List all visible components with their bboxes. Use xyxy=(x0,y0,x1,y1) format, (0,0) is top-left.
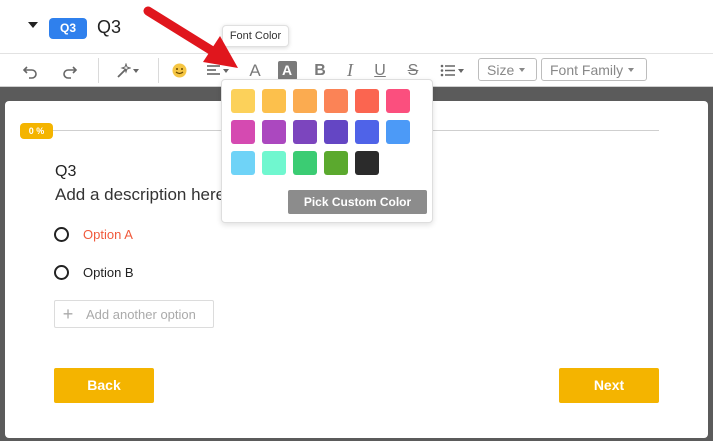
color-swatch[interactable] xyxy=(386,120,410,144)
color-swatch[interactable] xyxy=(231,151,255,175)
pick-custom-color-button[interactable]: Pick Custom Color xyxy=(288,190,427,214)
chevron-down-icon xyxy=(133,68,139,73)
chevron-down-icon xyxy=(458,68,464,73)
color-swatch[interactable] xyxy=(262,151,286,175)
chevron-down-icon xyxy=(519,67,526,72)
color-swatch[interactable] xyxy=(355,120,379,144)
bold-icon: B xyxy=(314,61,326,79)
font-family-dropdown-label: Font Family xyxy=(550,61,624,78)
size-dropdown[interactable]: Size xyxy=(478,58,537,81)
emoji-icon xyxy=(172,63,186,78)
size-dropdown-label: Size xyxy=(487,61,515,78)
italic-icon: I xyxy=(347,60,353,80)
color-swatch[interactable] xyxy=(324,89,348,113)
add-option-button[interactable]: + Add another option xyxy=(54,300,214,328)
align-icon xyxy=(206,65,220,75)
highlight-icon: A xyxy=(277,61,297,80)
magic-wand-icon xyxy=(117,62,131,78)
font-family-dropdown[interactable]: Font Family xyxy=(541,58,647,81)
underline-icon: U xyxy=(374,61,386,79)
toolbar-divider xyxy=(98,58,99,83)
plus-icon: + xyxy=(62,304,74,324)
question-title[interactable]: Q3 xyxy=(97,17,121,38)
editor-panel: Q3 Q3 A A B I U S Size Font Family Font … xyxy=(0,0,713,87)
undo-icon xyxy=(22,65,37,79)
color-swatch[interactable] xyxy=(355,89,379,113)
undo-button[interactable] xyxy=(18,55,42,86)
list-button[interactable] xyxy=(438,55,466,86)
strikethrough-icon: S xyxy=(407,61,419,79)
font-color-icon: A xyxy=(249,60,261,80)
color-swatch[interactable] xyxy=(231,120,255,144)
color-swatch[interactable] xyxy=(293,151,317,175)
redo-icon xyxy=(63,65,78,79)
option-a-radio[interactable] xyxy=(54,227,69,242)
chevron-down-icon xyxy=(222,68,229,73)
font-color-tooltip: Font Color xyxy=(222,25,289,47)
magic-wand-button[interactable] xyxy=(110,55,144,86)
color-swatch[interactable] xyxy=(231,89,255,113)
color-swatch[interactable] xyxy=(262,120,286,144)
option-b-radio[interactable] xyxy=(54,265,69,280)
color-swatch[interactable] xyxy=(293,120,317,144)
option-b-label[interactable]: Option B xyxy=(83,265,134,280)
back-button[interactable]: Back xyxy=(54,368,154,403)
color-swatch[interactable] xyxy=(355,151,379,175)
color-swatch[interactable] xyxy=(262,89,286,113)
color-swatch[interactable] xyxy=(293,89,317,113)
progress-badge: 0 % xyxy=(20,123,53,139)
option-a-label[interactable]: Option A xyxy=(83,227,133,242)
font-color-picker: Pick Custom Color xyxy=(221,79,433,223)
redo-button[interactable] xyxy=(58,55,82,86)
color-swatch[interactable] xyxy=(324,151,348,175)
list-icon xyxy=(440,64,455,77)
question-description[interactable]: Add a description here xyxy=(55,185,225,205)
emoji-button[interactable] xyxy=(168,55,190,86)
question-badge: Q3 xyxy=(49,18,87,39)
question-header: Q3 Q3 xyxy=(0,0,713,54)
chevron-down-icon xyxy=(628,67,635,72)
add-option-label: Add another option xyxy=(86,306,196,322)
next-button[interactable]: Next xyxy=(559,368,659,403)
color-swatch[interactable] xyxy=(324,120,348,144)
collapse-caret-icon[interactable] xyxy=(28,22,38,28)
question-heading: Q3 xyxy=(55,163,77,180)
toolbar-divider xyxy=(158,58,159,83)
color-swatch[interactable] xyxy=(386,89,410,113)
